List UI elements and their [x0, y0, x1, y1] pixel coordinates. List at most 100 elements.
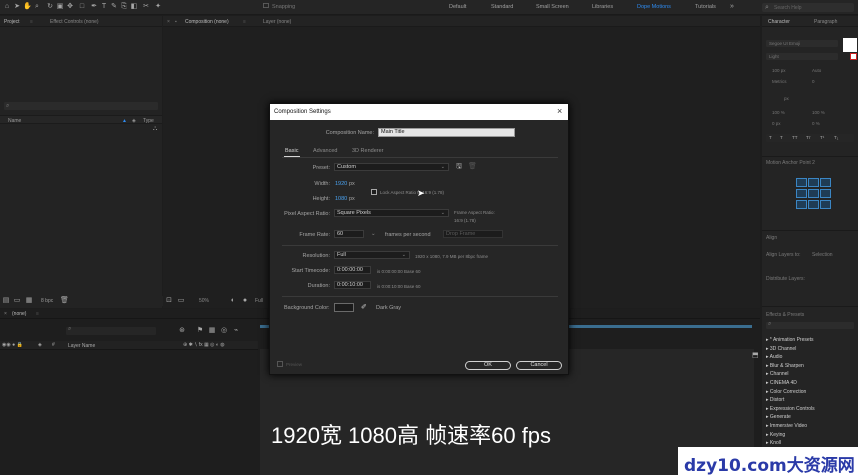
start-timecode-input[interactable]: 0:00:00:00	[334, 266, 371, 274]
anchor-top-right[interactable]	[820, 178, 831, 187]
font-family-select[interactable]: Segoe UI Emoji	[766, 40, 838, 47]
anchor-point-grid[interactable]	[796, 178, 832, 210]
anchor-bottom-center[interactable]	[808, 200, 819, 209]
faux-italic-icon[interactable]: T	[780, 135, 783, 140]
trash-icon[interactable]: 🗑	[60, 297, 69, 305]
list-item[interactable]: ▸ Audio	[766, 354, 856, 363]
anchor-bottom-right[interactable]	[820, 200, 831, 209]
panel-menu-icon[interactable]: ≡	[36, 311, 39, 317]
pixel-aspect-select[interactable]: Square Pixels ⌄	[334, 209, 449, 217]
rotate-tool-icon[interactable]: ↻	[46, 3, 54, 11]
workspace-small-screen[interactable]: Small Screen	[536, 4, 569, 10]
workspace-overflow-icon[interactable]: »	[728, 3, 736, 11]
frame-rate-input[interactable]: 60	[334, 230, 364, 238]
tab-composition[interactable]: Composition (none)	[185, 19, 229, 25]
kerning-value[interactable]: Metrics	[772, 79, 787, 84]
home-icon[interactable]: ⌂	[3, 3, 11, 11]
anchor-top-center[interactable]	[808, 178, 819, 187]
snapshot-icon[interactable]: ◐	[229, 297, 237, 305]
height-value[interactable]: 1080	[335, 196, 347, 202]
ok-button[interactable]: OK	[465, 361, 511, 370]
vertical-scale-value[interactable]: 100 %	[772, 110, 785, 115]
roto-tool-icon[interactable]: ✂	[142, 3, 150, 11]
anchor-middle-left[interactable]	[796, 189, 807, 198]
leading-value[interactable]: Auto	[812, 68, 821, 73]
workspace-libraries[interactable]: Libraries	[592, 4, 613, 10]
project-search-input[interactable]: ⌕	[4, 102, 158, 110]
workspace-standard[interactable]: Standard	[491, 4, 513, 10]
resolution-level[interactable]: Full	[255, 298, 263, 304]
width-value[interactable]: 1920	[335, 181, 347, 187]
lock-icon[interactable]: ▪	[175, 19, 177, 25]
fill-color-swatch[interactable]	[843, 38, 857, 52]
preset-select[interactable]: Custom ⌄	[334, 163, 449, 171]
font-size-value[interactable]: 100 px	[772, 68, 786, 73]
tab-character[interactable]: Character	[768, 19, 790, 25]
new-composition-icon[interactable]: ▦	[25, 297, 33, 305]
list-item[interactable]: ▸ Blur & Sharpen	[766, 363, 856, 372]
panel-menu-icon[interactable]: ≡	[243, 19, 246, 25]
always-preview-icon[interactable]: ⊡	[165, 297, 173, 305]
resolution-select[interactable]: Full ⌄	[334, 251, 410, 259]
comp-name-input[interactable]: Main Title	[378, 128, 515, 137]
motion-blur-icon[interactable]: ◎	[220, 327, 228, 335]
hand-tool-icon[interactable]: ✋	[23, 3, 32, 11]
tsume-value[interactable]: 0 %	[812, 121, 820, 126]
save-preset-icon[interactable]: 🖫	[456, 162, 462, 173]
hierarchy-icon[interactable]: ⛬	[153, 126, 157, 133]
baseline-shift-value[interactable]: 0 px	[772, 121, 781, 126]
text-style-buttons[interactable]: T T TT Tт T¹ T₁	[766, 134, 854, 142]
puppet-tool-icon[interactable]: ✦	[154, 3, 162, 11]
graph-editor-icon[interactable]: ⌁	[232, 327, 240, 335]
rectangle-tool-icon[interactable]: □	[78, 3, 86, 11]
faux-bold-icon[interactable]: T	[769, 135, 772, 140]
column-type[interactable]: Type	[143, 118, 154, 124]
anchor-middle-right[interactable]	[820, 189, 831, 198]
list-item[interactable]: ▸ Color Correction	[766, 389, 856, 398]
effects-search-input[interactable]: ⌕	[766, 321, 854, 329]
pen-tool-icon[interactable]: ✒	[90, 3, 98, 11]
region-icon[interactable]: ▭	[177, 297, 185, 305]
workspace-tutorials[interactable]: Tutorials	[695, 4, 716, 10]
column-name[interactable]: Name	[8, 118, 21, 124]
tab-layer[interactable]: Layer (none)	[263, 19, 291, 25]
av-features-icon[interactable]: ◉◉ ● 🔒	[2, 342, 23, 348]
tab-paragraph[interactable]: Paragraph	[814, 19, 837, 25]
anchor-center[interactable]	[808, 189, 819, 198]
zoom-tool-icon[interactable]: ⌕	[33, 3, 41, 11]
frame-blending-icon[interactable]: ▦	[208, 327, 216, 335]
duration-input[interactable]: 0:00:10:00	[334, 281, 371, 289]
bit-depth-label[interactable]: 8 bpc	[41, 298, 53, 304]
tab-basic[interactable]: Basic	[285, 148, 298, 154]
frame-rate-dropdown-icon[interactable]: ⌄	[371, 231, 376, 237]
list-item[interactable]: ▸ Expression Controls	[766, 406, 856, 415]
list-item[interactable]: ▸ Keying	[766, 432, 856, 441]
close-tab-icon[interactable]: ×	[4, 311, 7, 317]
align-to-value[interactable]: Selection	[812, 252, 833, 258]
eraser-tool-icon[interactable]: ◧	[130, 3, 138, 11]
lock-aspect-checkbox[interactable]	[371, 189, 377, 195]
pan-behind-tool-icon[interactable]: ✥	[66, 3, 74, 11]
close-tab-icon[interactable]: ×	[167, 19, 170, 25]
selection-tool-icon[interactable]: ➤	[13, 3, 21, 11]
subscript-icon[interactable]: T₁	[834, 135, 838, 140]
delete-preset-icon[interactable]: 🗑	[468, 162, 477, 170]
workspace-default[interactable]: Default	[449, 4, 466, 10]
eyedropper-icon[interactable]: ✐	[361, 303, 367, 311]
draft-3d-icon[interactable]: ⊛	[178, 327, 186, 335]
timeline-search-input[interactable]: ⌕	[66, 326, 156, 335]
list-item[interactable]: ▸ Generate	[766, 414, 856, 423]
tab-3d-renderer[interactable]: 3D Renderer	[352, 148, 384, 154]
stroke-width-value[interactable]: px	[784, 96, 789, 101]
column-layer-name[interactable]: Layer Name	[68, 343, 95, 349]
anchor-top-left[interactable]	[796, 178, 807, 187]
list-item[interactable]: ▸ 3D Channel	[766, 346, 856, 355]
clone-tool-icon[interactable]: ⎘	[120, 3, 128, 11]
stroke-color-swatch[interactable]	[850, 53, 857, 60]
panel-menu-icon[interactable]: ≡	[30, 19, 33, 25]
cancel-button[interactable]: Cancel	[516, 361, 562, 370]
tab-timeline[interactable]: (none)	[12, 311, 26, 317]
font-style-select[interactable]: Light	[766, 53, 838, 60]
tab-advanced[interactable]: Advanced	[313, 148, 337, 154]
horizontal-scale-value[interactable]: 100 %	[812, 110, 825, 115]
